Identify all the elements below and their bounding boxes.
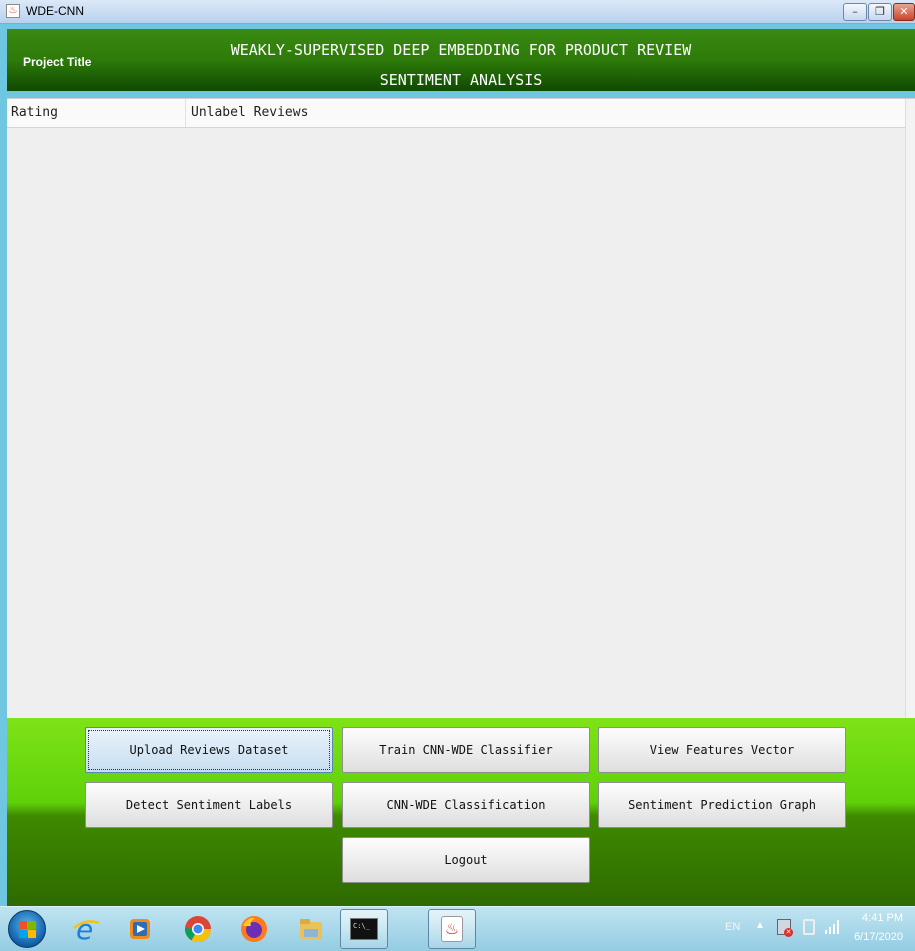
start-orb-icon[interactable] (8, 910, 46, 948)
close-button[interactable]: ✕ (893, 3, 915, 21)
upload-reviews-dataset-button[interactable]: Upload Reviews Dataset (85, 727, 333, 773)
clock-time[interactable]: 4:41 PM (862, 912, 903, 924)
chrome-icon[interactable] (180, 911, 216, 947)
page-title-line1: WEAKLY-SUPERVISED DEEP EMBEDDING FOR PRO… (230, 41, 692, 59)
cnn-wde-classification-button[interactable]: CNN-WDE Classification (342, 782, 590, 828)
signal-strength-icon[interactable] (825, 920, 841, 934)
taskbar: e C:\_ ♨ EN ▲ ✕ 4:41 PM 6/17/2020 (0, 906, 915, 951)
command-prompt-icon: C:\_ (350, 918, 378, 940)
system-tray: EN ▲ ✕ 4:41 PM 6/17/2020 (715, 907, 915, 951)
train-cnn-wde-classifier-button[interactable]: Train CNN-WDE Classifier (342, 727, 590, 773)
command-prompt-task[interactable]: C:\_ (340, 909, 388, 949)
table-header: Rating Unlabel Reviews (7, 99, 905, 128)
logout-button[interactable]: Logout (342, 837, 590, 883)
language-indicator[interactable]: EN (725, 921, 740, 933)
svg-text:e: e (76, 914, 93, 944)
reviews-table[interactable]: Rating Unlabel Reviews (7, 98, 915, 719)
column-header-rating[interactable]: Rating (11, 105, 58, 120)
maximize-button[interactable]: ❐ (868, 3, 892, 21)
battery-icon[interactable] (803, 919, 815, 935)
button-panel: Upload Reviews Dataset Train CNN-WDE Cla… (7, 718, 915, 906)
page-title-line2: SENTIMENT ANALYSIS (379, 71, 543, 89)
window-title-bar[interactable]: ♨ WDE-CNN – ❐ ✕ (0, 0, 915, 24)
java-icon: ♨ (441, 916, 463, 942)
column-divider[interactable] (185, 99, 186, 127)
java-app-icon: ♨ (6, 4, 20, 18)
detect-sentiment-labels-button[interactable]: Detect Sentiment Labels (85, 782, 333, 828)
java-app-task[interactable]: ♨ (428, 909, 476, 949)
view-features-vector-button[interactable]: View Features Vector (598, 727, 846, 773)
firefox-icon[interactable] (236, 911, 272, 947)
header-panel: Project Title WEAKLY-SUPERVISED DEEP EMB… (7, 29, 915, 91)
table-scroll-edge (905, 99, 915, 719)
show-hidden-icons-icon[interactable]: ▲ (755, 920, 765, 931)
clock-date[interactable]: 6/17/2020 (854, 931, 903, 943)
minimize-button[interactable]: – (843, 3, 867, 21)
column-header-unlabel-reviews[interactable]: Unlabel Reviews (191, 105, 308, 120)
window-title: WDE-CNN (26, 4, 84, 18)
network-flag-icon[interactable]: ✕ (777, 919, 793, 937)
media-player-icon[interactable] (122, 911, 158, 947)
sentiment-prediction-graph-button[interactable]: Sentiment Prediction Graph (598, 782, 846, 828)
internet-explorer-icon[interactable]: e (68, 911, 104, 947)
file-explorer-icon[interactable] (293, 911, 329, 947)
